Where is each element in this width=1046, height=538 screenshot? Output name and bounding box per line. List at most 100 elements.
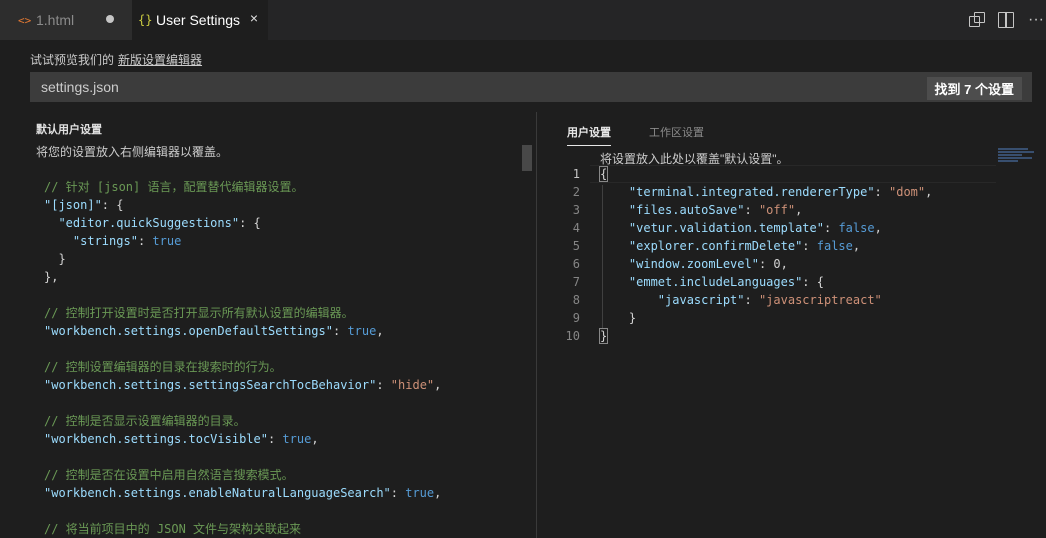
code-line: // 控制是否显示设置编辑器的目录。	[44, 412, 441, 430]
line-number-gutter: 1 2 3 4 5 6 7 8 9 10	[540, 165, 580, 345]
code-line: // 针对 [json] 语言，配置替代编辑器设置。	[44, 178, 441, 196]
code-token: true	[347, 324, 377, 338]
code-token: ,	[925, 185, 933, 199]
preview-banner: 试试预览我们的 新版设置编辑器	[30, 51, 202, 68]
tab-user-settings[interactable]: {} User Settings ×	[132, 0, 268, 40]
user-settings-code[interactable]: { "terminal.integrated.rendererType": "d…	[598, 165, 932, 345]
settings-search-bar: 找到 7 个设置	[30, 72, 1032, 102]
code-token: false	[816, 239, 853, 253]
code-token: :	[744, 203, 759, 217]
search-result-count: 找到 7 个设置	[926, 77, 1022, 100]
code-line: "workbench.settings.tocVisible": true,	[44, 430, 441, 448]
code-line: // 控制设置编辑器的目录在搜索时的行为。	[44, 358, 441, 376]
default-settings-code[interactable]: // 针对 [json] 语言，配置替代编辑器设置。 "[json]": { "e…	[44, 178, 441, 538]
unsaved-dot-icon[interactable]	[106, 15, 114, 23]
code-token: "hide"	[390, 378, 435, 392]
more-actions-icon[interactable]: ···	[1028, 11, 1044, 29]
code-token: true	[405, 486, 435, 500]
code-line: // 控制是否在设置中启用自然语言搜索模式。	[44, 466, 441, 484]
code-token: // 针对 [json] 语言，配置替代编辑器设置。	[44, 180, 304, 194]
code-token: // 控制是否在设置中启用自然语言搜索模式。	[44, 468, 294, 482]
code-token: },	[44, 270, 59, 284]
code-token: ,	[434, 378, 442, 392]
code-token: ,	[376, 324, 384, 338]
code-line: "emmet.includeLanguages": {	[600, 273, 932, 291]
code-token: ,	[874, 221, 882, 235]
code-token: "[json]"	[44, 198, 102, 212]
code-token: ,	[852, 239, 861, 253]
line-number: 5	[572, 239, 580, 253]
code-token: {	[598, 166, 609, 182]
preview-text: 试试预览我们的	[30, 53, 115, 67]
code-token: :	[267, 432, 283, 446]
line-number: 10	[565, 329, 580, 343]
code-token: "dom"	[889, 185, 926, 199]
code-token: :	[744, 293, 759, 307]
code-token: :	[376, 378, 391, 392]
line-number: 9	[572, 311, 580, 325]
code-line: },	[44, 268, 441, 286]
line-number: 7	[572, 275, 580, 289]
new-settings-editor-link[interactable]: 新版设置编辑器	[118, 53, 202, 67]
open-settings-editor-icon[interactable]	[968, 12, 986, 28]
code-token: : {	[239, 216, 261, 230]
editor-tab-bar: <> 1.html {} User Settings × ···	[0, 0, 1046, 40]
code-line: "files.autoSave": "off",	[600, 201, 932, 219]
code-token: "emmet.includeLanguages"	[628, 275, 803, 289]
code-line: // 控制打开设置时是否打开显示所有默认设置的编辑器。	[44, 304, 441, 322]
code-line: "[json]": {	[44, 196, 441, 214]
code-line: "workbench.settings.enableNaturalLanguag…	[44, 484, 441, 502]
code-token: true	[282, 432, 312, 446]
code-token: "window.zoomLevel"	[628, 257, 759, 271]
html-file-icon: <>	[18, 13, 32, 27]
code-token: "files.autoSave"	[628, 203, 745, 217]
pane-divider[interactable]	[536, 112, 537, 538]
code-token: :	[332, 324, 348, 338]
code-token: // 控制打开设置时是否打开显示所有默认设置的编辑器。	[44, 306, 354, 320]
code-token: "explorer.confirmDelete"	[628, 239, 803, 253]
code-line: "explorer.confirmDelete": false,	[600, 237, 932, 255]
tab-workspace-settings[interactable]: 工作区设置	[649, 124, 704, 140]
code-line: // 将当前项目中的 JSON 文件与架构关联起来	[44, 520, 441, 538]
code-token: }	[598, 328, 609, 344]
code-token: "workbench.settings.settingsSearchTocBeh…	[44, 378, 377, 392]
split-editor-icon[interactable]	[998, 12, 1015, 28]
code-token: "off"	[758, 203, 796, 217]
code-token: }	[600, 311, 637, 325]
code-token: // 控制是否显示设置编辑器的目录。	[44, 414, 246, 428]
line-number: 6	[572, 257, 580, 271]
code-token: : 0,	[758, 257, 788, 271]
line-number: 4	[572, 221, 580, 235]
code-token: }	[44, 252, 66, 266]
line-number: 3	[572, 203, 580, 217]
code-token: "workbench.settings.openDefaultSettings"	[44, 324, 333, 338]
tab-label: User Settings	[156, 12, 241, 28]
code-line: "javascript": "javascriptreact"	[600, 291, 932, 309]
code-token: "javascriptreact"	[758, 293, 882, 307]
code-line: }	[44, 250, 441, 268]
code-line: "editor.quickSuggestions": {	[44, 214, 441, 232]
default-settings-description: 将您的设置放入右侧编辑器以覆盖。	[36, 145, 229, 159]
code-line: "workbench.settings.settingsSearchTocBeh…	[44, 376, 441, 394]
code-token: "workbench.settings.enableNaturalLanguag…	[44, 486, 391, 500]
tab-1-html[interactable]: <> 1.html	[0, 0, 132, 40]
code-token: :	[823, 221, 839, 235]
close-icon[interactable]: ×	[250, 10, 258, 26]
code-token: "terminal.integrated.rendererType"	[628, 185, 875, 199]
code-line: "terminal.integrated.rendererType": "dom…	[600, 183, 932, 201]
code-line: }	[598, 327, 932, 345]
code-token: // 控制设置编辑器的目录在搜索时的行为。	[44, 360, 282, 374]
code-token: "vetur.validation.template"	[628, 221, 824, 235]
code-line: {	[598, 165, 932, 183]
search-input[interactable]	[30, 79, 630, 95]
code-line: "window.zoomLevel": 0,	[600, 255, 932, 273]
scrollbar-thumb[interactable]	[522, 145, 532, 171]
minimap[interactable]	[998, 148, 1036, 164]
tab-user-settings-scope[interactable]: 用户设置	[567, 124, 611, 146]
